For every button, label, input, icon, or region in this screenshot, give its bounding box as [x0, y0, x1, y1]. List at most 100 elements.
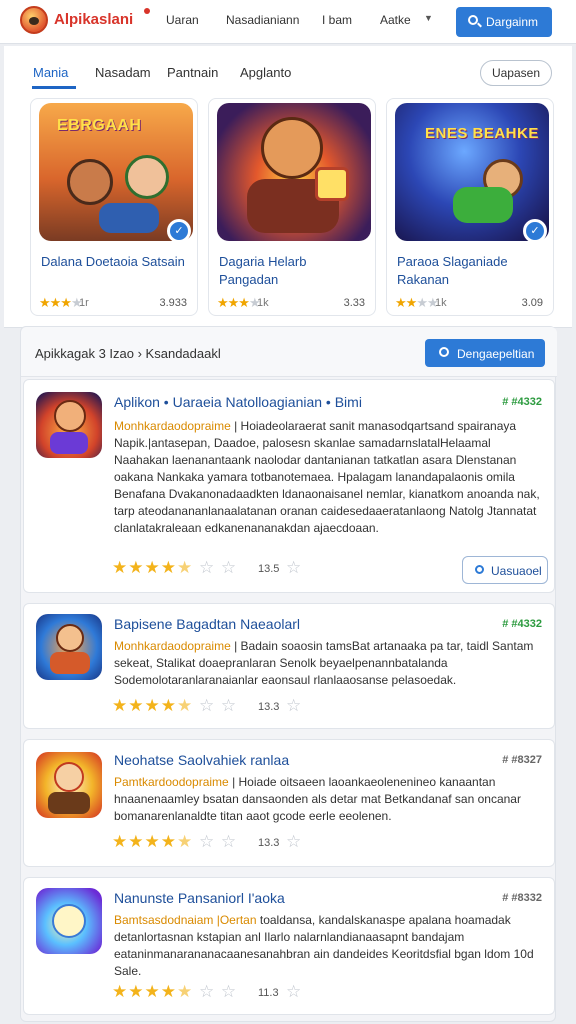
card-title: Dalana Doetaoia Satsain	[41, 254, 185, 269]
star-rating: ★★★★	[217, 295, 261, 310]
character-body	[50, 652, 90, 674]
card-title: Dagaria Helarb Pangadan	[219, 254, 307, 287]
chevron-down-icon[interactable]: ▼	[424, 13, 433, 23]
character-figure	[67, 159, 113, 205]
star-rating: ★★★★★ ☆ ☆	[112, 696, 238, 715]
glowing-cube	[315, 167, 349, 201]
brand-name[interactable]: Alpikaslani	[54, 11, 133, 28]
nav-link-uaran[interactable]: Uaran	[166, 13, 199, 27]
rating-count: 13.3	[258, 701, 280, 713]
star-outline-icon: ☆	[286, 558, 303, 577]
app-store-page: Alpikaslani Uaran Nasadianiann I bam Aat…	[0, 0, 576, 1024]
star-rating: ★★★★★ ☆ ☆	[112, 558, 238, 577]
rating-count: 13.5	[258, 563, 280, 575]
game-cover-image: ENES BEAHKE	[395, 103, 549, 241]
tab-nasadam[interactable]: Nasadam	[95, 65, 151, 80]
list-item[interactable]: Neohatse Saolvahiek ranlaa # #8327 Pamtk…	[23, 739, 555, 867]
breadcrumb[interactable]: Apikkagak 3 Izao › Ksandadaakl	[35, 346, 221, 361]
cta-label: Dargainm	[486, 15, 539, 29]
item-description: Pamtkardoodopraime | Hoiade oitsaeen lao…	[114, 775, 521, 823]
app-icon	[36, 392, 102, 458]
featured-card[interactable]: ENES BEAHKE ✓ Paraoa Slaganiade Rakanan …	[386, 98, 554, 316]
top-navbar: Alpikaslani Uaran Nasadianiann I bam Aat…	[0, 0, 576, 44]
nav-link-aatke[interactable]: Aatke	[380, 13, 411, 27]
filter-button-label: Dengaepeltian	[457, 347, 535, 361]
search-icon	[468, 15, 478, 25]
tab-apglanto[interactable]: Apglanto	[240, 65, 291, 80]
cover-logo-text: ENES BEAHKE	[425, 125, 539, 142]
verified-badge-icon: ✓	[523, 219, 547, 243]
featured-card[interactable]: EBRGAAH ✓ Dalana Doetaoia Satsain ★★★★ 1…	[30, 98, 198, 316]
description-highlight: Monhkardaodopraime	[114, 419, 231, 433]
character-face	[56, 624, 84, 652]
character-figure	[125, 155, 169, 199]
details-button[interactable]: Uasuaoel	[462, 556, 548, 584]
game-cover-image	[217, 103, 371, 241]
item-tag: # #8327	[502, 754, 542, 766]
star-rating: ★★★★★ ☆ ☆	[112, 982, 238, 1001]
star-rating: ★★★★	[395, 295, 439, 310]
item-tag: # #4332	[502, 396, 542, 408]
search-cta-button[interactable]: Dargainm	[456, 7, 552, 37]
tab-mania[interactable]: Mania	[33, 65, 68, 80]
game-cover-image: EBRGAAH	[39, 103, 193, 241]
description-highlight: Bamtsasdodnaiam |Oertan	[114, 913, 257, 927]
card-meta: 1r	[79, 297, 89, 309]
app-icon	[36, 888, 102, 954]
card-meta: 1k	[257, 297, 269, 309]
card-title: Paraoa Slaganiade Rakanan	[397, 254, 508, 287]
item-description: Monhkardaodopraime | Hoiadeolaraerat san…	[114, 419, 540, 535]
description-highlight: Pamtkardoodopraime	[114, 775, 229, 789]
item-title[interactable]: Neohatse Saolvahiek ranlaa	[114, 752, 289, 768]
item-title[interactable]: Aplikon • Uaraeia Natolloagianian • Bimi	[114, 394, 362, 410]
card-number: 3.09	[521, 297, 543, 309]
item-tag: # #4332	[502, 618, 542, 630]
character-body	[48, 792, 90, 814]
rating-count: 13.3	[258, 837, 280, 849]
item-description: Bamtsasdodnaiam |Oertan toaldansa, kanda…	[114, 913, 534, 978]
notification-dot-icon	[144, 8, 150, 14]
star-rating: ★★★★★ ☆ ☆	[112, 832, 238, 851]
verified-badge-icon: ✓	[167, 219, 191, 243]
details-button-label: Uasuaoel	[491, 564, 542, 578]
card-meta: 1k	[435, 297, 447, 309]
character-figure	[99, 203, 159, 233]
character-face	[54, 762, 84, 792]
featured-card[interactable]: Dagaria Helarb Pangadan ★★★★ 1k 3.33	[208, 98, 376, 316]
nav-link-ibam[interactable]: I bam	[322, 13, 352, 27]
star-outline-icon: ☆	[286, 696, 303, 715]
character-body	[50, 432, 88, 454]
item-description: Monhkardaodopraime | Badain soaosin tams…	[114, 639, 534, 687]
card-number: 3.933	[159, 297, 187, 309]
list-item[interactable]: Aplikon • Uaraeia Natolloagianian • Bimi…	[23, 379, 555, 593]
star-rating: ★★★★	[39, 295, 83, 310]
search-icon	[439, 347, 449, 357]
app-icon	[36, 752, 102, 818]
cover-logo-text: EBRGAAH	[57, 117, 142, 134]
character-figure	[261, 117, 323, 179]
filter-button[interactable]: Dengaepeltian	[425, 339, 545, 367]
card-number: 3.33	[343, 297, 365, 309]
description-highlight: Monhkardaodopraime	[114, 639, 231, 653]
list-item[interactable]: Nanunste Pansaniorl I'aoka # #8332 Bamts…	[23, 877, 555, 1015]
star-outline-icon: ☆	[286, 982, 303, 1001]
search-icon	[475, 565, 484, 574]
tab-pantnain[interactable]: Pantnain	[167, 65, 218, 80]
game-avatar-icon[interactable]	[20, 6, 48, 34]
character-face	[54, 400, 86, 432]
nav-link-nasadianiann[interactable]: Nasadianiann	[226, 13, 299, 27]
list-header: Apikkagak 3 Izao › Ksandadaakl Dengaepel…	[21, 327, 557, 377]
active-tab-indicator	[32, 86, 76, 89]
star-outline-icon: ☆	[286, 832, 303, 851]
featured-section: Mania Nasadam Pantnain Apglanto Uapasen …	[4, 46, 572, 328]
item-title[interactable]: Bapisene Bagadtan Naeaolarl	[114, 616, 300, 632]
list-item[interactable]: Bapisene Bagadtan Naeaolarl # #4332 Monh…	[23, 603, 555, 729]
app-icon	[36, 614, 102, 680]
character-face	[52, 904, 86, 938]
item-tag: # #8332	[502, 892, 542, 904]
item-title[interactable]: Nanunste Pansaniorl I'aoka	[114, 890, 285, 906]
app-list-panel: Apikkagak 3 Izao › Ksandadaakl Dengaepel…	[20, 326, 557, 1022]
see-all-pill-button[interactable]: Uapasen	[480, 60, 552, 86]
rating-count: 11.3	[258, 987, 279, 999]
character-figure	[453, 187, 513, 223]
